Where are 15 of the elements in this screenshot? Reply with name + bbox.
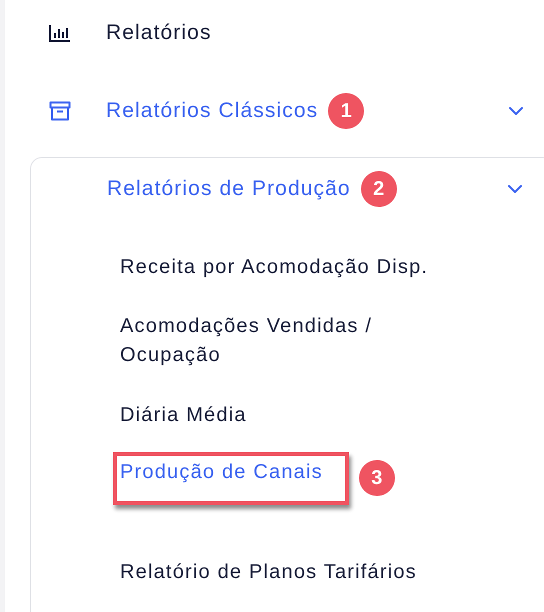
archive-box-icon (49, 101, 71, 121)
bar-chart-icon (49, 24, 71, 42)
report-link[interactable]: Receita por Acomodação Disp. (120, 252, 428, 282)
chevron-icon[interactable] (508, 106, 524, 116)
report-link[interactable]: Diária Média (120, 400, 247, 430)
menu-item[interactable]: Relatórios Clássicos (106, 99, 318, 123)
step-badge: 2 (360, 171, 397, 207)
submenu-item[interactable]: Relatórios de Produção (107, 177, 351, 201)
report-link[interactable]: Relatório de Planos Tarifários (120, 558, 417, 586)
chevron-icon[interactable] (507, 184, 523, 194)
step-badge: 3 (358, 460, 395, 496)
step-badge: 1 (328, 93, 364, 129)
report-link[interactable]: Acomodações Vendidas / Ocupação (120, 312, 440, 370)
report-link[interactable]: Produção de Canais (113, 452, 349, 505)
menu-item[interactable]: Relatórios (106, 21, 212, 45)
